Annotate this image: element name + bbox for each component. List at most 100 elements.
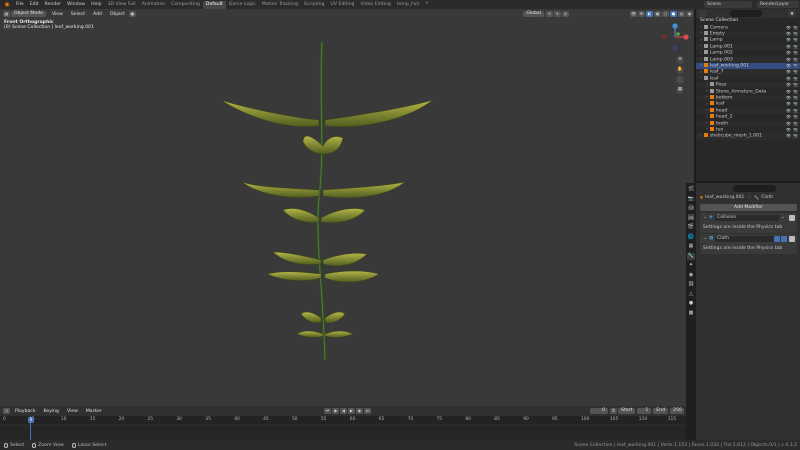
playhead-marker[interactable]: 0 [28,416,34,423]
add-workspace-button[interactable]: + [422,1,432,9]
render-icon[interactable]: 📷 [687,196,695,203]
expand-chevron-icon[interactable]: › [700,44,702,49]
workspace-tab[interactable]: Compositing [168,1,203,9]
physics-icon[interactable]: ◉ [687,272,695,279]
expand-chevron-icon[interactable]: › [706,102,708,107]
leaf-model[interactable] [215,38,445,368]
expand-chevron-icon[interactable]: › [706,115,708,120]
blender-logo-icon[interactable]: ◉ [3,1,11,8]
object-icon[interactable]: ● [128,10,136,18]
expand-chevron-icon[interactable]: › [706,121,708,126]
workspace-tab[interactable]: Animation [139,1,168,9]
menu-render[interactable]: Render [42,2,64,7]
properties-search-input[interactable] [733,185,776,192]
outliner-item[interactable]: › shelicube_mesh_1.001 👁 📷 [696,133,800,140]
menu-edit[interactable]: Edit [27,2,42,7]
outliner-editor-icon[interactable] [698,10,706,17]
current-frame-field[interactable]: 0 [590,407,609,415]
overlays-icon[interactable]: ◐ [646,10,653,18]
snap-icon[interactable]: ⌖ [554,10,561,18]
outliner-root[interactable]: Scene Collection [700,18,738,23]
view-layer-icon[interactable]: 🖼 [687,215,695,222]
expand-chevron-icon[interactable]: › [706,89,708,94]
end-frame-field[interactable]: 250 [670,407,685,415]
zoom-icon[interactable]: ⊕ [676,56,684,64]
camera-view-icon[interactable]: 🎥 [676,76,684,84]
timeline-editor-icon[interactable]: ◷ [3,407,10,415]
scene-selector[interactable]: Scene [704,1,752,8]
viewport-menu-add[interactable]: Add [89,12,106,17]
close-icon[interactable] [789,235,795,242]
outliner-search-input[interactable] [730,10,762,17]
expand-chevron-icon[interactable]: › [700,76,702,81]
orientation-dropdown[interactable]: Global [523,10,544,18]
material-icon[interactable]: ● [687,300,695,307]
pivot-icon[interactable]: ⊙ [546,10,553,18]
workspace-tab[interactable]: Motion Tracking [259,1,301,9]
timeline-menu-marker[interactable]: Marker [82,409,106,414]
mode-dropdown[interactable]: Object Mode [11,10,46,18]
play-reverse-icon[interactable]: ◀ [339,407,347,415]
shading-solid-icon[interactable]: ● [670,10,677,18]
jump-start-icon[interactable]: ⏮ [323,407,331,415]
expand-chevron-icon[interactable]: › [700,57,702,62]
workspace-tab[interactable]: Video Editing [357,1,393,9]
pan-hand-icon[interactable]: ✋ [676,66,684,74]
proportional-edit-icon[interactable]: ◎ [562,10,569,18]
expand-chevron-icon[interactable]: › [706,83,708,88]
close-icon[interactable] [789,214,795,221]
perspective-toggle-icon[interactable]: ▦ [676,86,684,94]
expand-chevron-icon[interactable]: › [700,134,702,139]
timeline-tracks[interactable] [0,426,686,440]
cloth-name-field[interactable]: Cloth [715,235,779,242]
output-icon[interactable]: 🖨 [687,205,695,212]
shading-wireframe-icon[interactable]: ○ [662,10,669,18]
modifier-wrench-icon[interactable]: 🔧 [687,252,695,260]
shading-rendered-icon[interactable]: ◉ [686,10,693,18]
workspace-tab[interactable]: Default [202,0,226,9]
realtime-toggle-icon[interactable] [774,235,780,242]
viewport-menu-select[interactable]: Select [67,12,89,17]
menu-help[interactable]: Help [88,2,104,7]
next-keyframe-icon[interactable]: ◆ [355,407,363,415]
tool-icon[interactable]: 🛠 [687,186,695,193]
viewport-menu-object[interactable]: Object [106,12,129,17]
menu-window[interactable]: Window [64,2,88,7]
data-icon[interactable]: △ [687,291,695,298]
render-camera-icon[interactable]: 📷 [793,133,798,139]
filter-icon[interactable]: ▼ [788,10,796,17]
object-icon[interactable]: ▦ [687,243,695,250]
add-modifier-button[interactable]: Add Modifier [700,204,797,211]
expand-chevron-icon[interactable]: › [706,95,708,100]
prev-keyframe-icon[interactable]: ◆ [331,407,339,415]
visibility-icon[interactable]: 👁 [630,10,637,18]
expand-chevron-icon[interactable]: › [700,63,702,68]
expand-chevron-icon[interactable]: › [700,31,702,36]
gizmo-icon[interactable]: ✥ [638,10,645,18]
play-icon[interactable]: ▶ [347,407,355,415]
menu-file[interactable]: File [13,2,27,7]
workspace-tab[interactable]: Scripting [301,1,327,9]
start-frame-field[interactable]: 1 [637,407,652,415]
collapse-chevron-icon[interactable]: ⌄ [703,236,707,241]
render-toggle-icon[interactable] [781,235,787,242]
editor-type-icon[interactable]: ▦ [3,10,10,18]
world-icon[interactable]: 🌐 [687,234,695,241]
expand-chevron-icon[interactable]: › [706,108,708,113]
dropdown-icon[interactable]: ⌄ [781,215,785,220]
collapse-chevron-icon[interactable]: ⌄ [703,215,707,220]
timeline-menu-keying[interactable]: Keying [40,409,63,414]
workspace-tab[interactable]: temp_Full [394,1,422,9]
workspace-tab[interactable]: UV Editing [327,1,357,9]
workspace-tab[interactable]: 3D View Full [105,1,139,9]
expand-chevron-icon[interactable]: › [700,51,702,56]
jump-end-icon[interactable]: ⏭ [363,407,371,415]
timeline-menu-playback[interactable]: Playback [11,409,40,414]
expand-chevron-icon[interactable]: › [700,25,702,30]
visibility-eye-icon[interactable]: 👁 [786,133,791,139]
scene-icon[interactable]: 🎬 [687,224,695,231]
xray-icon[interactable]: ▣ [654,10,661,18]
particles-icon[interactable]: ✦ [687,262,695,269]
preview-range-icon[interactable]: ⏱ [610,407,618,415]
expand-chevron-icon[interactable]: › [706,127,708,132]
